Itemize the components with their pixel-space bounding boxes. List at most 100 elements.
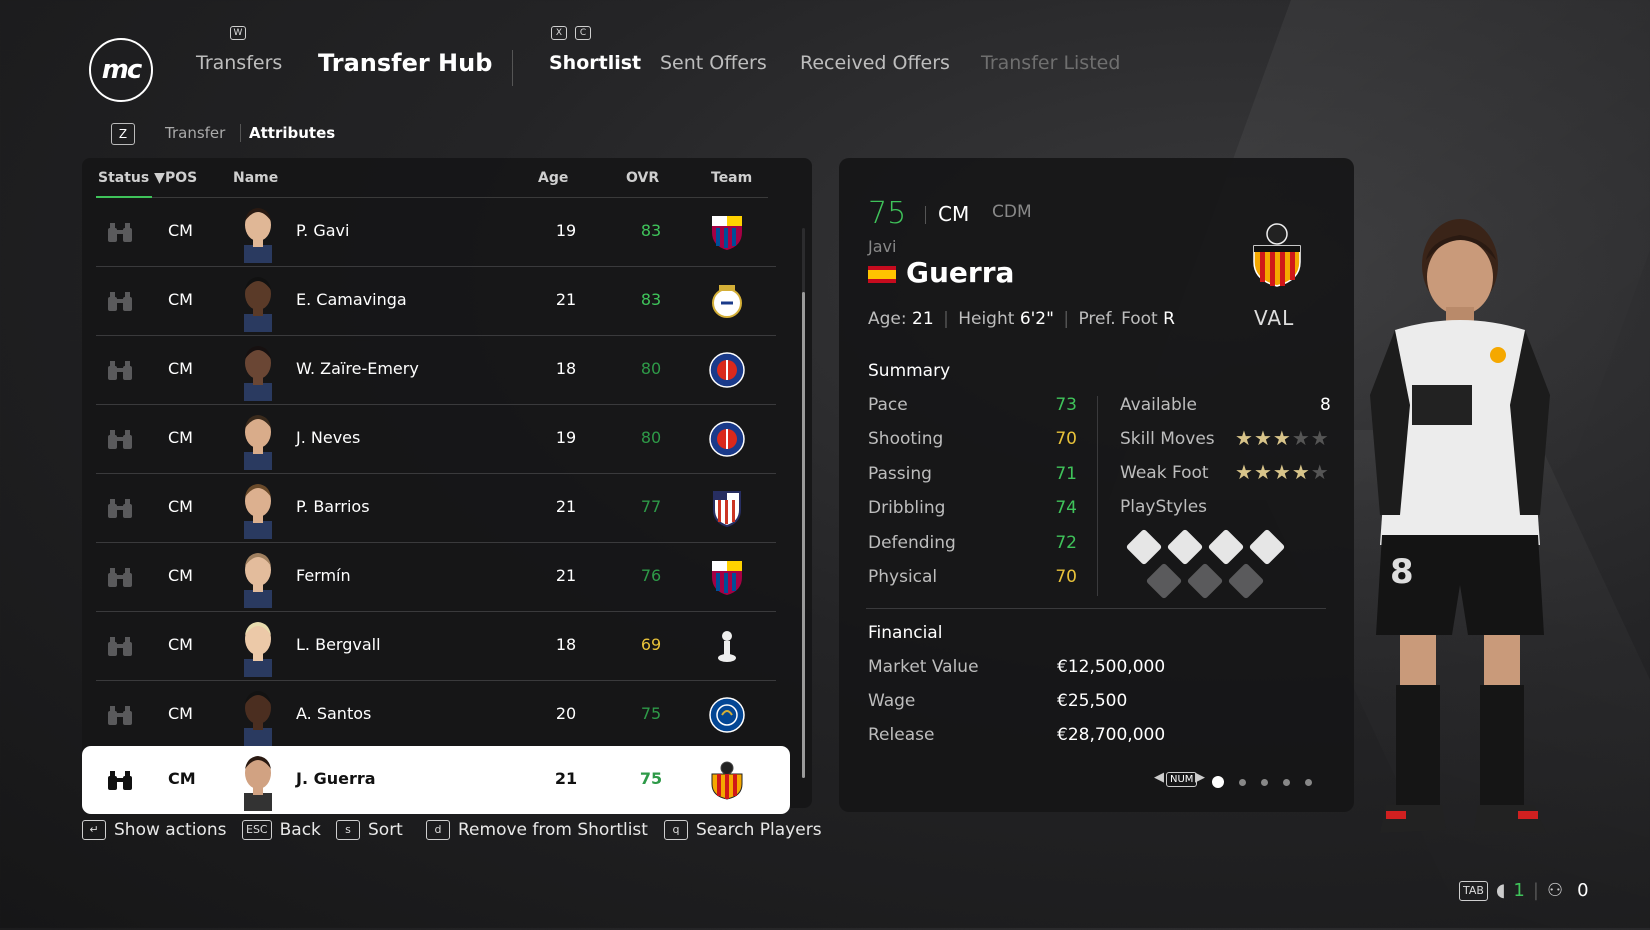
key-hint-w: W bbox=[230, 26, 246, 40]
binoculars-icon bbox=[108, 568, 132, 587]
page-dot[interactable] bbox=[1239, 778, 1246, 786]
player-age: 21 bbox=[555, 566, 577, 585]
table-row[interactable]: CM J. Guerra 21 75 bbox=[82, 746, 790, 814]
player-position: CM bbox=[168, 635, 193, 654]
player-ovr: 80 bbox=[640, 428, 662, 447]
subtab-attributes[interactable]: Attributes bbox=[249, 124, 335, 142]
player-ovr: 75 bbox=[868, 196, 907, 231]
table-row[interactable]: CM L. Bergvall 18 69 bbox=[96, 612, 776, 681]
weak-foot-stars: ★★★★★ bbox=[1235, 460, 1330, 484]
skill-moves-label: Skill Moves bbox=[1120, 429, 1215, 449]
ovr-divider bbox=[925, 206, 926, 224]
valencia-crest-icon bbox=[1250, 222, 1304, 288]
footer-action-remove-from-shortlist[interactable]: d Remove from Shortlist bbox=[426, 820, 648, 840]
market-value-label: Market Value bbox=[868, 657, 979, 677]
binoculars-icon bbox=[108, 637, 132, 656]
player-name: Fermín bbox=[296, 566, 351, 585]
player-position: CM bbox=[938, 202, 970, 226]
column-header-name[interactable]: Name bbox=[233, 170, 278, 186]
psg-crest-icon bbox=[709, 352, 745, 388]
subtab-transfer[interactable]: Transfer bbox=[165, 124, 225, 142]
binoculars-icon bbox=[108, 223, 132, 242]
player-ovr: 83 bbox=[640, 221, 662, 240]
player-avatar bbox=[244, 622, 272, 677]
page-dot[interactable] bbox=[1283, 778, 1290, 786]
column-header-team[interactable]: Team bbox=[711, 170, 752, 186]
player-age: 21 bbox=[555, 497, 577, 516]
column-header-ovr[interactable]: OVR bbox=[626, 170, 659, 186]
player-position: CM bbox=[168, 290, 193, 309]
real-madrid-crest-icon bbox=[712, 285, 742, 318]
footer-action-back[interactable]: ESC Back bbox=[242, 820, 321, 840]
users-icon: ⚇ bbox=[1546, 880, 1564, 901]
footer-action-sort[interactable]: s Sort bbox=[336, 820, 403, 840]
stat-value: 74 bbox=[1055, 498, 1077, 519]
tab-transfer-listed[interactable]: Transfer Listed bbox=[981, 52, 1120, 74]
player-avatar bbox=[244, 208, 272, 263]
nav-transfers[interactable]: Transfers bbox=[196, 52, 282, 74]
skill-moves-stars: ★★★★★ bbox=[1235, 426, 1330, 450]
market-value: €12,500,000 bbox=[1057, 657, 1166, 677]
page-prev-icon[interactable]: ◀ bbox=[1154, 770, 1164, 785]
footer-action-search-players[interactable]: q Search Players bbox=[664, 820, 822, 840]
column-header-pos[interactable]: POS bbox=[165, 170, 197, 186]
page-next-icon[interactable]: ▶ bbox=[1195, 770, 1205, 785]
tab-shortlist[interactable]: Shortlist bbox=[549, 52, 641, 74]
svg-text:8: 8 bbox=[1390, 552, 1414, 592]
stat-label: Defending bbox=[868, 532, 956, 553]
subnav-divider bbox=[240, 124, 241, 142]
binoculars-icon bbox=[108, 292, 132, 311]
stat-label: Pace bbox=[868, 395, 908, 415]
column-header-status[interactable]: Status ▼ bbox=[98, 170, 165, 186]
player-avatar bbox=[244, 756, 272, 811]
career-mode-logo: mc bbox=[89, 38, 153, 102]
action-label: Back bbox=[279, 820, 321, 840]
nav-divider bbox=[512, 50, 513, 86]
tab-received-offers[interactable]: Received Offers bbox=[800, 52, 950, 74]
table-row[interactable]: CM W. Zaïre-Emery 18 80 bbox=[96, 336, 776, 405]
player-position: CM bbox=[168, 566, 193, 585]
release-label: Release bbox=[868, 725, 935, 745]
player-age: 18 bbox=[555, 635, 577, 654]
spain-flag-icon bbox=[868, 266, 896, 283]
table-row[interactable]: CM J. Neves 19 80 bbox=[96, 405, 776, 474]
player-alt-position: CDM bbox=[992, 202, 1032, 222]
player-ovr: 69 bbox=[640, 635, 662, 654]
table-row[interactable]: CM Fermín 21 76 bbox=[96, 543, 776, 612]
summary-title: Summary bbox=[868, 361, 951, 381]
page-dot[interactable] bbox=[1261, 778, 1268, 786]
column-header-age[interactable]: Age bbox=[538, 170, 568, 186]
page-dot[interactable] bbox=[1212, 776, 1224, 788]
player-name: P. Barrios bbox=[296, 497, 370, 516]
financial-title: Financial bbox=[868, 623, 943, 643]
page-key-hint: NUM bbox=[1166, 772, 1198, 787]
table-row[interactable]: CM P. Barrios 21 77 bbox=[96, 474, 776, 543]
chelsea-crest-icon bbox=[709, 697, 745, 733]
table-row[interactable]: CM A. Santos 20 75 bbox=[96, 681, 776, 750]
tab-sent-offers[interactable]: Sent Offers bbox=[660, 52, 767, 74]
stat-value: 71 bbox=[1055, 463, 1077, 484]
footer-action-show-actions[interactable]: ↵ Show actions bbox=[82, 820, 226, 840]
player-name: E. Camavinga bbox=[296, 290, 407, 309]
key-hint-z: Z bbox=[111, 123, 135, 145]
player-info-line: Age: 21 | Height 6'2" | Pref. Foot R bbox=[868, 309, 1175, 329]
table-row[interactable]: CM E. Camavinga 21 83 bbox=[96, 267, 776, 336]
binoculars-icon bbox=[108, 361, 132, 380]
stat-value: 72 bbox=[1055, 532, 1077, 553]
club-abbreviation: VAL bbox=[1254, 306, 1295, 330]
count-b: 0 bbox=[1577, 880, 1589, 901]
player-avatar bbox=[244, 484, 272, 539]
player-name: A. Santos bbox=[296, 704, 372, 723]
player-first-name: Javi bbox=[868, 237, 897, 256]
stat-value: 73 bbox=[1055, 395, 1077, 415]
player-ovr: 83 bbox=[640, 290, 662, 309]
key-hint: q bbox=[664, 820, 688, 840]
player-name: L. Bergvall bbox=[296, 635, 381, 654]
scrollbar-thumb[interactable] bbox=[802, 292, 805, 778]
page-dot[interactable] bbox=[1305, 778, 1312, 786]
available-value: 8 bbox=[1320, 395, 1331, 415]
player-age: 21 bbox=[554, 769, 578, 788]
action-label: Show actions bbox=[114, 820, 227, 840]
table-row[interactable]: CM P. Gavi 19 83 bbox=[96, 198, 776, 267]
weak-foot-label: Weak Foot bbox=[1120, 463, 1209, 483]
